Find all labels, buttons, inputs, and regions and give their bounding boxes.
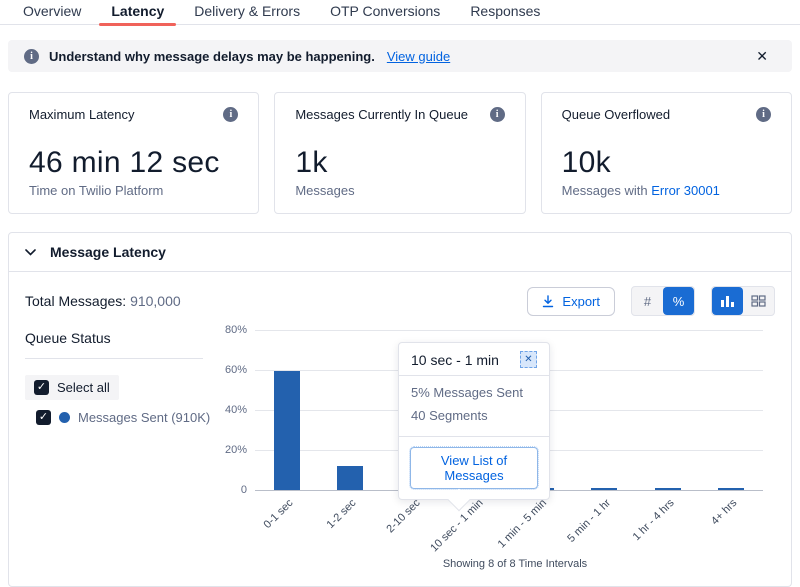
select-all-checkbox[interactable]: ✓	[34, 380, 49, 395]
tooltip-title: 10 sec - 1 min	[411, 352, 499, 368]
export-label: Export	[562, 294, 600, 309]
table-icon	[751, 295, 766, 307]
tab-bar: Overview Latency Delivery & Errors OTP C…	[0, 0, 800, 25]
info-icon: i	[24, 49, 39, 64]
message-latency-panel: Message Latency Total Messages: 910,000 …	[8, 232, 792, 587]
tooltip-close-icon[interactable]: ✕	[520, 351, 537, 368]
bar-slot	[319, 330, 383, 490]
select-all-checkbox-row[interactable]: ✓ Select all	[25, 375, 119, 400]
unit-toggle-group: # %	[631, 286, 695, 316]
series-checkbox[interactable]: ✓	[36, 410, 51, 425]
bar-slot	[573, 330, 637, 490]
card-subtitle-text: Messages with	[562, 183, 652, 198]
percent-toggle[interactable]: %	[663, 287, 694, 315]
filter-heading: Queue Status	[25, 330, 221, 346]
x-slot: 1-2 sec	[319, 490, 383, 552]
tab-delivery-errors[interactable]: Delivery & Errors	[179, 0, 315, 25]
view-toggle-group	[711, 286, 775, 316]
series-checkbox-row[interactable]: ✓ Messages Sent (910K)	[36, 410, 221, 425]
bar-1[interactable]	[337, 466, 363, 490]
select-all-label: Select all	[57, 380, 110, 395]
bar-chart-icon	[720, 295, 735, 308]
y-tick-label: 0	[241, 484, 247, 496]
latency-bar-chart: 80%60%40%20%0 0-1 sec1-2 sec2-10 sec10 s…	[221, 330, 775, 570]
x-tick-label: 0-1 sec	[261, 497, 295, 531]
divider	[25, 358, 203, 359]
view-guide-link[interactable]: View guide	[387, 49, 450, 64]
bar-0[interactable]	[274, 371, 300, 490]
x-tick-label: 1 hr - 4 hrs	[630, 497, 676, 543]
tab-overview[interactable]: Overview	[8, 0, 96, 25]
close-icon[interactable]: ✕	[748, 48, 776, 65]
y-tick-label: 20%	[225, 444, 247, 456]
chevron-down-icon[interactable]	[25, 249, 36, 256]
x-tick-label: 4+ hrs	[709, 497, 739, 527]
y-tick-label: 40%	[225, 404, 247, 416]
x-slot: 1 hr - 4 hrs	[636, 490, 700, 552]
x-tick-label: 2-10 sec	[384, 497, 422, 535]
chart-controls: Total Messages: 910,000 Export # %	[25, 286, 775, 316]
tab-latency[interactable]: Latency	[96, 0, 179, 25]
x-slot: 4+ hrs	[700, 490, 764, 552]
chart-footer-text: Showing 8 of 8 Time Intervals	[255, 558, 775, 570]
series-label: Messages Sent (910K)	[78, 410, 210, 425]
info-icon[interactable]: i	[490, 107, 505, 122]
bar-slot	[636, 330, 700, 490]
queue-status-filter: Queue Status ✓ Select all ✓ Messages Sen…	[25, 330, 221, 570]
x-slot: 5 min - 1 hr	[573, 490, 637, 552]
info-banner: i Understand why message delays may be h…	[8, 40, 792, 72]
bar-slot	[255, 330, 319, 490]
x-tick-label: 1-2 sec	[325, 497, 359, 531]
panel-title: Message Latency	[50, 244, 166, 260]
card-subtitle: Messages with Error 30001	[562, 183, 771, 198]
bar-chart-view-toggle[interactable]	[712, 287, 743, 315]
total-messages-value: 910,000	[130, 293, 181, 309]
tab-otp-conversions[interactable]: OTP Conversions	[315, 0, 455, 25]
y-tick-label: 60%	[225, 364, 247, 376]
tooltip-line-segments: 40 Segments	[411, 404, 537, 427]
card-value: 46 min 12 sec	[29, 148, 238, 178]
total-messages: Total Messages: 910,000	[25, 293, 181, 309]
tooltip-line-messages-sent: 5% Messages Sent	[411, 381, 537, 404]
series-color-dot	[59, 412, 70, 423]
card-subtitle: Messages	[295, 183, 504, 198]
panel-header[interactable]: Message Latency	[9, 233, 791, 272]
card-messages-in-queue: Messages Currently In Queue i 1k Message…	[274, 92, 525, 214]
card-subtitle: Time on Twilio Platform	[29, 183, 238, 198]
y-tick-label: 80%	[225, 324, 247, 336]
card-title: Maximum Latency	[29, 107, 134, 122]
x-tick-label: 5 min - 1 hr	[565, 497, 613, 545]
banner-message: Understand why message delays may be hap…	[49, 49, 375, 64]
y-axis: 80%60%40%20%0	[221, 330, 255, 490]
total-messages-label: Total Messages:	[25, 293, 126, 309]
tab-responses[interactable]: Responses	[455, 0, 555, 25]
card-title: Messages Currently In Queue	[295, 107, 468, 122]
info-icon[interactable]: i	[223, 107, 238, 122]
table-view-toggle[interactable]	[743, 287, 774, 315]
card-value: 1k	[295, 148, 504, 178]
error-30001-link[interactable]: Error 30001	[651, 183, 720, 198]
chart-tooltip: 10 sec - 1 min ✕ 5% Messages Sent 40 Seg…	[398, 342, 550, 500]
card-maximum-latency: Maximum Latency i 46 min 12 sec Time on …	[8, 92, 259, 214]
count-toggle[interactable]: #	[632, 287, 663, 315]
bar-slot	[700, 330, 764, 490]
download-icon	[542, 295, 554, 308]
card-value: 10k	[562, 148, 771, 178]
metric-cards: Maximum Latency i 46 min 12 sec Time on …	[8, 92, 792, 214]
info-icon[interactable]: i	[756, 107, 771, 122]
view-list-of-messages-button[interactable]: View List of Messages	[410, 447, 538, 489]
x-slot: 0-1 sec	[255, 490, 319, 552]
card-title: Queue Overflowed	[562, 107, 670, 122]
export-button[interactable]: Export	[527, 287, 615, 316]
card-queue-overflowed: Queue Overflowed i 10k Messages with Err…	[541, 92, 792, 214]
